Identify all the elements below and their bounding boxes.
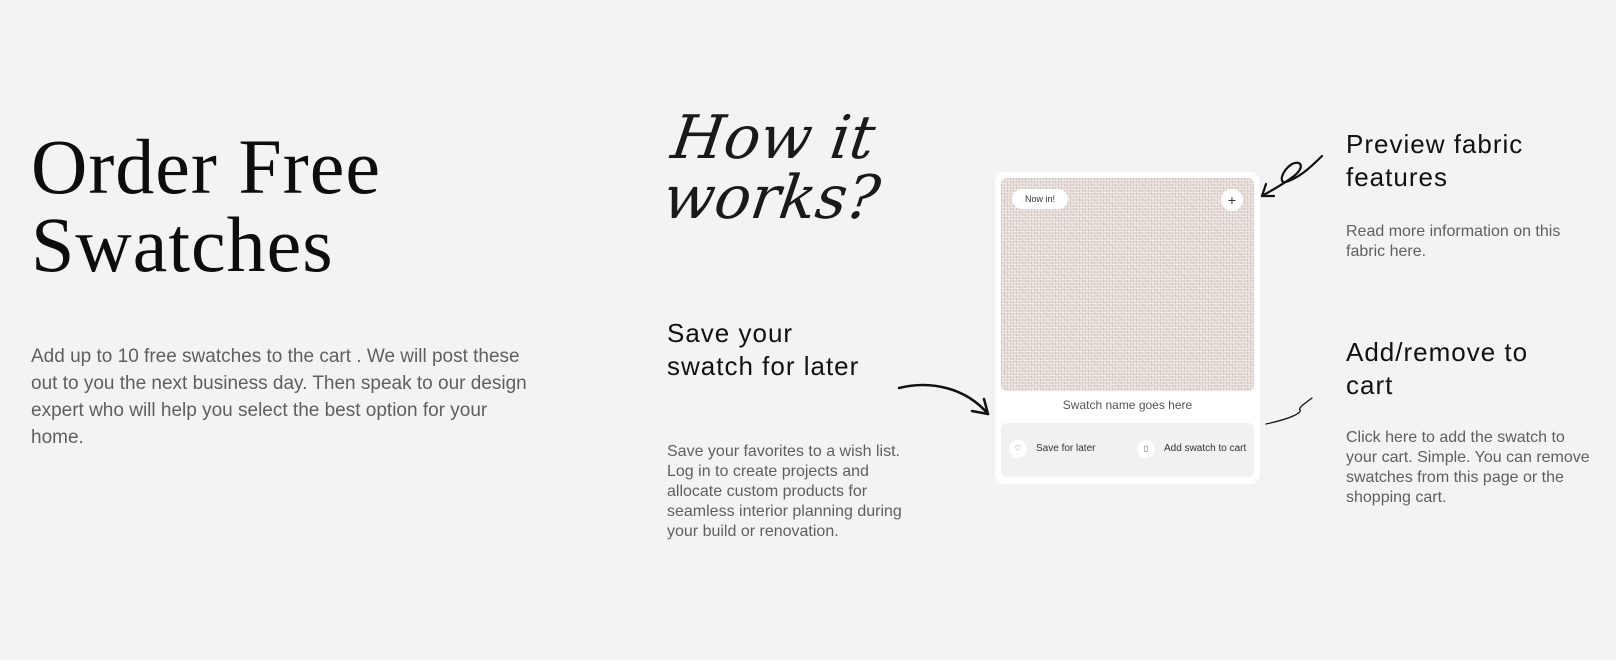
page-title: Order Free Swatches [31, 123, 381, 288]
swatch-name: Swatch name goes here [1062, 398, 1193, 412]
save-for-later-button[interactable]: ♡ Save for later [1009, 440, 1095, 458]
bag-icon: ▯ [1137, 440, 1155, 458]
new-badge: Now in! [1012, 189, 1069, 209]
next-section-edge [0, 660, 1616, 671]
cart-feature-text: Click here to add the swatch to your car… [1346, 429, 1590, 506]
save-feature-heading: Save your swatch for later [667, 318, 860, 381]
card-actions: ♡ Save for later ▯ Add swatch to cart [1001, 423, 1254, 477]
how-it-works-section: Order Free Swatches Add up to 10 free sw… [0, 0, 1616, 660]
save-arrow-icon [897, 383, 990, 416]
save-feature-text: Save your favorites to a wish list. Log … [667, 443, 902, 540]
preview-feature-heading: Preview fabric features [1346, 129, 1524, 192]
save-for-later-label: Save for later [1036, 443, 1096, 454]
preview-plus-button[interactable]: + [1221, 189, 1243, 211]
intro-text: Add up to 10 free swatches to the cart .… [31, 346, 527, 448]
preview-arrow-icon [1260, 154, 1324, 198]
fabric-swatch-image[interactable]: Now in! + [1001, 178, 1254, 391]
add-swatch-to-cart-button[interactable]: ▯ Add swatch to cart [1137, 440, 1246, 458]
how-it-works-title: How it works? [658, 103, 885, 233]
heart-icon: ♡ [1009, 440, 1027, 458]
swatch-card: Now in! + Swatch name goes here ♡ Save f… [995, 172, 1260, 484]
add-swatch-label: Add swatch to cart [1164, 443, 1247, 454]
plus-icon: + [1227, 192, 1237, 208]
cart-arrow-icon [1265, 397, 1313, 425]
cart-feature-heading: Add/remove to cart [1346, 337, 1529, 400]
preview-feature-text: Read more information on this fabric her… [1346, 223, 1561, 260]
